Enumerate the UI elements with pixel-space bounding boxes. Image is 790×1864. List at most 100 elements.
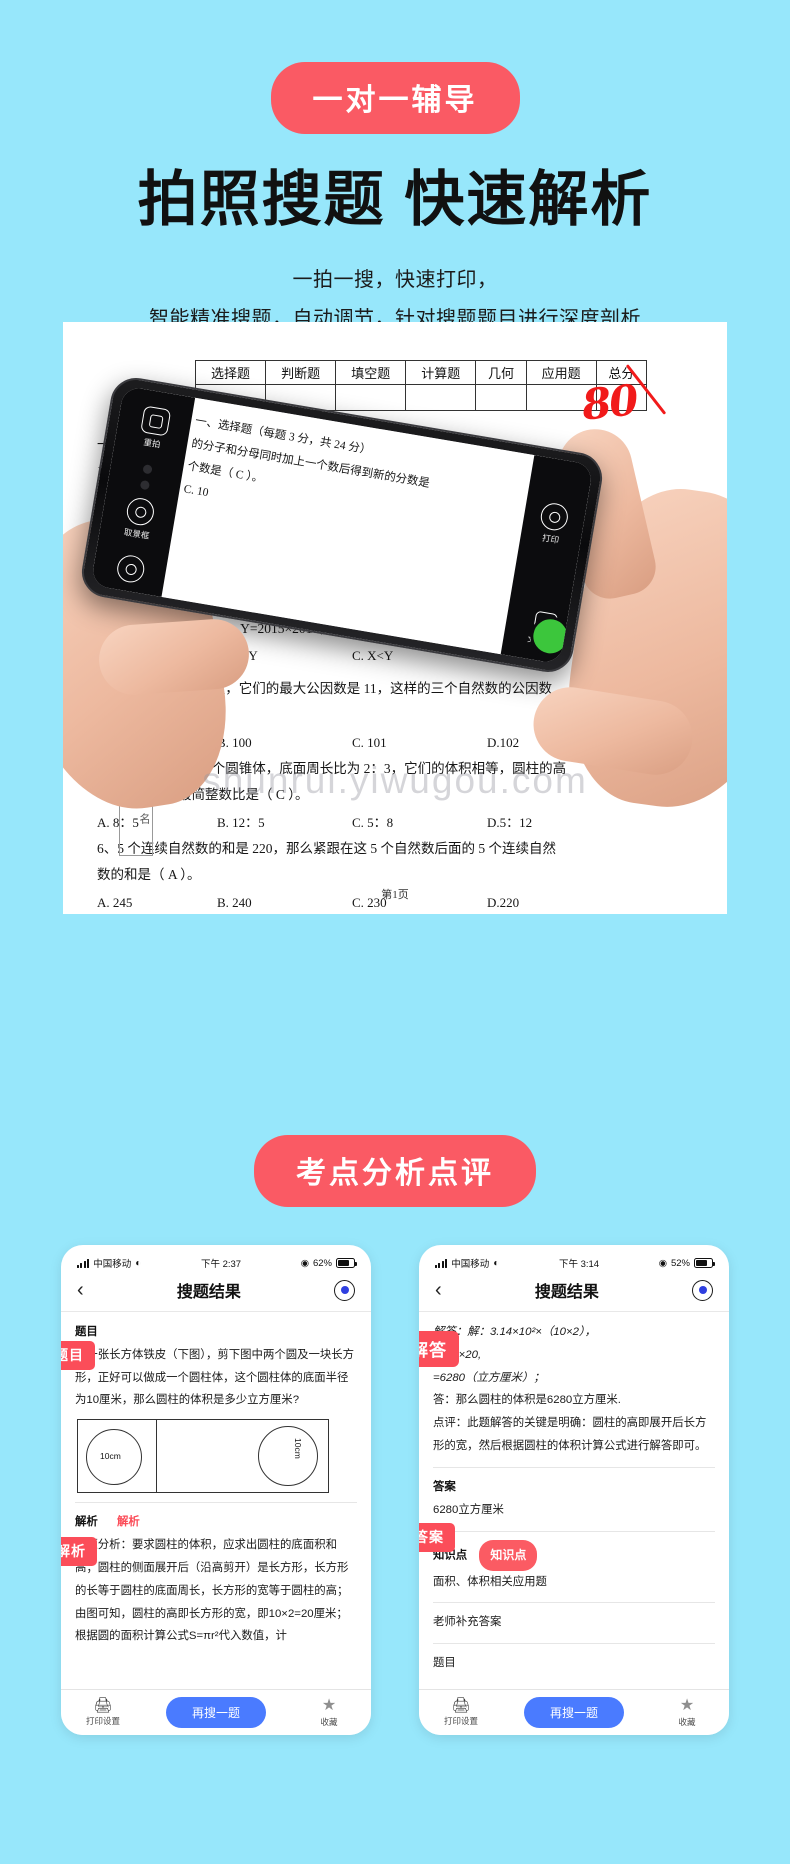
status-right: ◉ 62%: [301, 1257, 357, 1269]
status-time: 下午 2:37: [200, 1259, 242, 1270]
q5-options: A. 8：5 B. 12：5 C. 5：8 D.5：12: [97, 814, 533, 830]
app-screenshots-row: 中国移动 ◐ 下午 2:37 ◉ 62% ‹ 搜题结果 题目 题目 有一张长方体…: [0, 1245, 790, 1735]
print-settings-button[interactable]: 🖨 打印设置: [75, 1698, 131, 1727]
nav-bar-right: ‹ 搜题结果: [419, 1273, 729, 1312]
alarm-icon: ◉: [658, 1257, 667, 1269]
jiexi-body: 试题分析：要求圆柱的体积，应求出圆柱的底面积和高；圆柱的侧面展开后（沿高剪开）是…: [75, 1539, 349, 1643]
app-body-left: 题目 有一张长方体铁皮（下图），剪下图中两个圆及一块长方形，正好可以做成一个圆柱…: [61, 1312, 371, 1648]
divider-2: [433, 1530, 715, 1532]
th-2: 填空题: [335, 360, 407, 385]
battery-percent: 52%: [670, 1257, 690, 1269]
app-body-right: 解答：解：3.14×10²×（10×2）， =314×20, =6280（立方厘…: [419, 1312, 729, 1675]
back-button[interactable]: ‹: [77, 1280, 84, 1300]
jieda-line4: 答：那么圆柱的体积是6280立方厘米.: [433, 1394, 621, 1407]
status-time: 下午 3:14: [558, 1259, 600, 1270]
favorite-button[interactable]: ★ 收藏: [301, 1696, 357, 1728]
printer-icon: [538, 501, 570, 533]
battery-icon: [336, 1258, 357, 1268]
status-left: 中国移动 ◐: [77, 1256, 141, 1270]
back-button[interactable]: ‹: [435, 1280, 442, 1300]
nav-bar-left: ‹ 搜题结果: [61, 1273, 371, 1312]
toolbar-left: 🖨 打印设置 再搜一题 ★ 收藏: [61, 1689, 371, 1735]
jieda-line2: =314×20,: [433, 1344, 715, 1367]
flash-icon: [115, 553, 147, 585]
divider-3: [433, 1602, 715, 1604]
page-title: 拍照搜题 快速解析: [137, 166, 653, 233]
divider-1: [433, 1466, 715, 1468]
timu-heading-right: 题目: [433, 1657, 456, 1670]
star-icon: ★: [321, 1696, 337, 1714]
jieda-line1: 解答：解：3.14×10²×（10×2），: [433, 1326, 597, 1338]
camera-icon: [140, 405, 172, 437]
search-again-button[interactable]: 再搜一题: [165, 1697, 266, 1728]
wifi-icon: ◐: [135, 1257, 142, 1269]
product-scene-photo: 选择题 判断题 填空题 计算题 几何 应用题 总分 80 一、选择题（每题 3 …: [63, 322, 727, 914]
jiexi-row: 解析 解析: [75, 1511, 357, 1534]
figure-circle-right: [258, 1426, 318, 1487]
total-score-handwritten: 80: [579, 375, 639, 430]
toolbar-right: 🖨 打印设置 再搜一题 ★ 收藏: [419, 1689, 729, 1735]
nav-title-left: 搜题结果: [176, 1284, 241, 1301]
flash-button[interactable]: [115, 553, 147, 585]
th-1: 判断题: [265, 360, 337, 385]
status-left: 中国移动 ◐: [435, 1256, 499, 1270]
nav-title-right: 搜题结果: [534, 1284, 599, 1301]
wifi-icon: ◐: [493, 1257, 500, 1269]
status-bar-right: 中国移动 ◐ 下午 3:14 ◉ 52%: [419, 1245, 729, 1273]
eye-icon[interactable]: [334, 1279, 355, 1301]
geometry-figure: 10cm 10cm: [77, 1419, 329, 1494]
th-3: 计算题: [405, 360, 477, 385]
signal-icon: [77, 1258, 90, 1268]
hero-section: 一对一辅导 拍照搜题 快速解析 一拍一搜，快速打印， 智能精准搜题，自动调节，针…: [0, 0, 790, 338]
eye-icon[interactable]: [692, 1279, 713, 1301]
star-icon: ★: [679, 1696, 695, 1714]
app-phone-left: 中国移动 ◐ 下午 2:37 ◉ 62% ‹ 搜题结果 题目 题目 有一张长方体…: [61, 1245, 371, 1735]
signal-icon: [435, 1258, 448, 1268]
crop-icon: [124, 496, 156, 528]
q6-line2: 数的和是（ A ）。: [97, 867, 201, 883]
divider: [75, 1502, 357, 1504]
jieda-line3: =6280（立方厘米）；: [433, 1371, 545, 1384]
section2-header: 考点分析点评: [0, 1135, 790, 1207]
divider-4: [433, 1643, 715, 1645]
timu-heading: 题目: [75, 1326, 98, 1338]
q6-line1: 6、5 个连续自然数的和是 220，那么紧跟在这 5 个自然数后面的 5 个连续…: [97, 841, 556, 856]
callout-jieda: 解答: [419, 1331, 459, 1367]
zhishidian-row: 知识点 知识点: [433, 1539, 715, 1571]
zhishidian-chip: 知识点: [479, 1539, 538, 1571]
question-6: 6、5 个连续自然数的和是 220，那么紧跟在这 5 个自然数后面的 5 个连续…: [97, 836, 697, 914]
favorite-button[interactable]: ★ 收藏: [659, 1696, 715, 1728]
section2-badge: 考点分析点评: [254, 1135, 536, 1207]
rail-dot-2: [139, 479, 151, 491]
battery-icon: [694, 1258, 715, 1268]
battery-percent: 62%: [312, 1257, 332, 1269]
print-button[interactable]: 打印: [536, 501, 570, 547]
status-bar-left: 中国移动 ◐ 下午 2:37 ◉ 62%: [61, 1245, 371, 1273]
figure-label-right: 10cm: [293, 1438, 303, 1460]
th-4: 几何: [475, 360, 527, 385]
hero-badge: 一对一辅导: [270, 62, 520, 134]
app-phone-right: 中国移动 ◐ 下午 3:14 ◉ 52% ‹ 搜题结果 解答 解答：解：3.14…: [419, 1245, 729, 1735]
hero-subtitle-line1: 一拍一搜，快速打印，: [292, 269, 498, 292]
jieda-line5: 点评：此题解答的关键是明确：圆柱的高即展开后长方形的宽，然后根据圆柱的体积计算公…: [433, 1417, 707, 1453]
carrier-label: 中国移动: [451, 1259, 490, 1270]
teacher-heading: 老师补充答案: [433, 1616, 502, 1629]
daan-body: 6280立方厘米: [433, 1503, 504, 1516]
timu-body: 有一张长方体铁皮（下图），剪下图中两个圆及一块长方形，正好可以做成一个圆柱体，这…: [75, 1348, 355, 1407]
search-again-button[interactable]: 再搜一题: [523, 1697, 624, 1728]
rail-dot-1: [142, 464, 153, 475]
carrier-label: 中国移动: [93, 1259, 132, 1270]
phone-camera-preview: 一、选择题（每题 3 分，共 24 分） 的分子和分母同时加上一个数后得到新的分…: [161, 397, 537, 655]
left-thumb: [96, 616, 252, 698]
printer-icon: 🖨: [93, 1697, 113, 1714]
crop-frame-button[interactable]: 取景框: [122, 496, 156, 542]
printer-icon: 🖨: [451, 1697, 471, 1714]
print-settings-button[interactable]: 🖨 打印设置: [433, 1698, 489, 1727]
jiexi-red-annotation: 解析: [116, 1516, 140, 1529]
daan-heading: 答案: [433, 1480, 456, 1493]
callout-jiexi: 解析: [61, 1537, 97, 1566]
zhishidian-body: 面积、体积相关应用题: [433, 1575, 547, 1588]
th-0: 选择题: [194, 360, 267, 385]
retake-button[interactable]: 重拍: [138, 405, 172, 451]
figure-label-left: 10cm: [100, 1451, 121, 1462]
